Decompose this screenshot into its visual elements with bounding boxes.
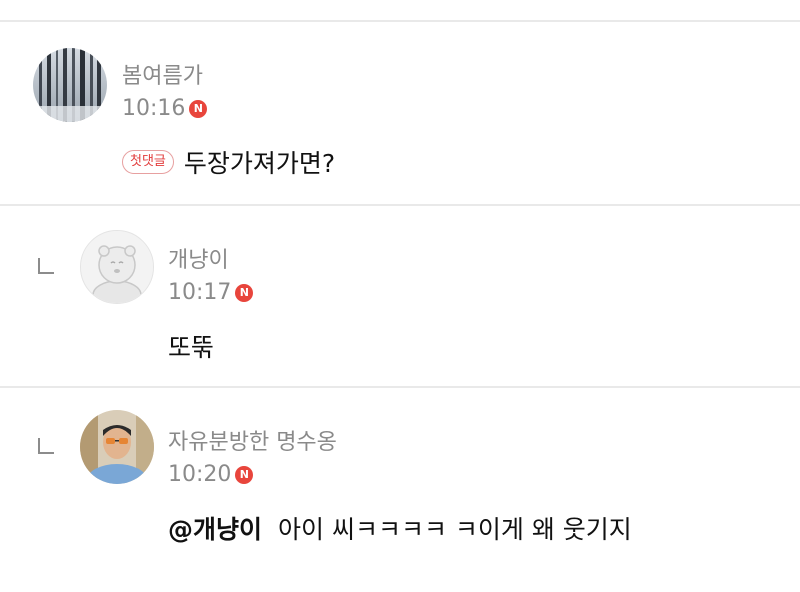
reply-comment-item: 자유분방한 명수옹 10:20 N @개냥이 아이 씨ㅋㅋㅋㅋ ㅋ이게 왜 웃기…	[0, 388, 800, 592]
comment-body: @개냥이 아이 씨ㅋㅋㅋㅋ ㅋ이게 왜 웃기지	[168, 510, 632, 546]
avatar[interactable]	[33, 48, 107, 122]
first-comment-tag: 첫댓글	[122, 150, 174, 174]
new-badge: N	[235, 465, 254, 484]
comment-text: 두장가져가면?	[183, 149, 336, 178]
comment-author[interactable]: 개냥이	[168, 242, 229, 274]
comment-author[interactable]: 봄여름가	[122, 58, 203, 90]
comment-time-text: 10:16	[122, 96, 186, 121]
new-badge: N	[235, 283, 254, 302]
comment-time: 10:16 N	[122, 96, 208, 121]
comment-thread: 봄여름가 10:16 N 첫댓글 두장가져가면? 개냥이 10:17 N 또뚞 …	[0, 0, 800, 592]
reply-arrow-icon	[38, 258, 54, 274]
comment-time-text: 10:20	[168, 462, 232, 487]
comment-time: 10:17 N	[168, 280, 254, 305]
comment-text: 또뚞	[168, 333, 215, 362]
avatar[interactable]	[80, 410, 154, 484]
reply-arrow-icon	[38, 438, 54, 454]
comment-body: 또뚞	[168, 328, 214, 364]
new-badge: N	[189, 99, 208, 118]
winter-forest-avatar-image	[33, 48, 107, 122]
reply-comment-item: 개냥이 10:17 N 또뚞	[0, 206, 800, 386]
user-mention-link[interactable]: @개냥이	[168, 510, 262, 546]
comment-body: 첫댓글 두장가져가면?	[122, 144, 335, 180]
comment-text: 아이 씨ㅋㅋㅋㅋ ㅋ이게 왜 웃기지	[278, 515, 632, 544]
avatar[interactable]	[80, 230, 154, 304]
comment-item: 봄여름가 10:16 N 첫댓글 두장가져가면?	[0, 22, 800, 204]
person-photo-avatar-image	[80, 410, 154, 484]
comment-author[interactable]: 자유분방한 명수옹	[168, 424, 337, 456]
comment-time: 10:20 N	[168, 462, 254, 487]
comment-time-text: 10:17	[168, 280, 232, 305]
default-profile-avatar-image	[81, 231, 153, 303]
